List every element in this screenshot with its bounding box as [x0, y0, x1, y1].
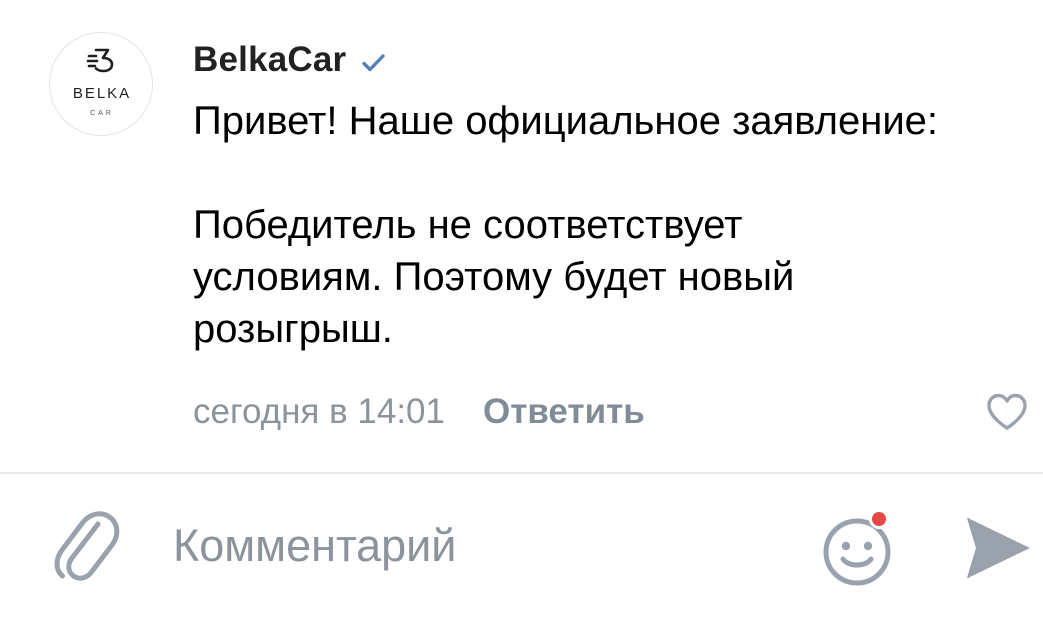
comment-text-line: розыгрыш. — [193, 307, 393, 351]
reply-button[interactable]: Ответить — [483, 392, 645, 432]
smile-icon[interactable] — [818, 508, 900, 590]
author-name[interactable]: BelkaCar — [193, 40, 346, 80]
avatar[interactable]: BELKA CAR — [49, 32, 153, 136]
comment-composer — [0, 474, 1043, 619]
comment-meta: сегодня в 14:01 Ответить — [193, 389, 645, 435]
comment-text-line: Привет! Наше официальное заявление: — [193, 99, 939, 143]
heart-outline-icon[interactable] — [983, 388, 1031, 436]
comment-text-line: условиям. Поэтому будет новый — [193, 255, 795, 299]
belkacar-logo: BELKA CAR — [73, 48, 131, 117]
verified-checkmark-icon — [362, 54, 386, 72]
comment-item: BELKA CAR BelkaCar Привет! Наше официаль… — [0, 0, 1043, 472]
logo-wordmark: BELKA — [73, 85, 131, 102]
comment-text-line: Победитель не соответствует — [193, 203, 743, 247]
comment-input[interactable] — [173, 514, 773, 578]
comment-text: Привет! Наше официальное заявление: Побе… — [193, 95, 1038, 355]
comment-thread-screen: BELKA CAR BelkaCar Привет! Наше официаль… — [0, 0, 1043, 619]
notification-dot — [872, 512, 886, 526]
send-arrow-icon[interactable] — [962, 512, 1034, 584]
logo-subtext: CAR — [90, 110, 114, 117]
paperclip-icon[interactable] — [48, 506, 124, 588]
comment-text-blank-line — [193, 147, 1038, 199]
author-row: BelkaCar — [193, 38, 388, 82]
comment-timestamp: сегодня в 14:01 — [193, 392, 445, 431]
